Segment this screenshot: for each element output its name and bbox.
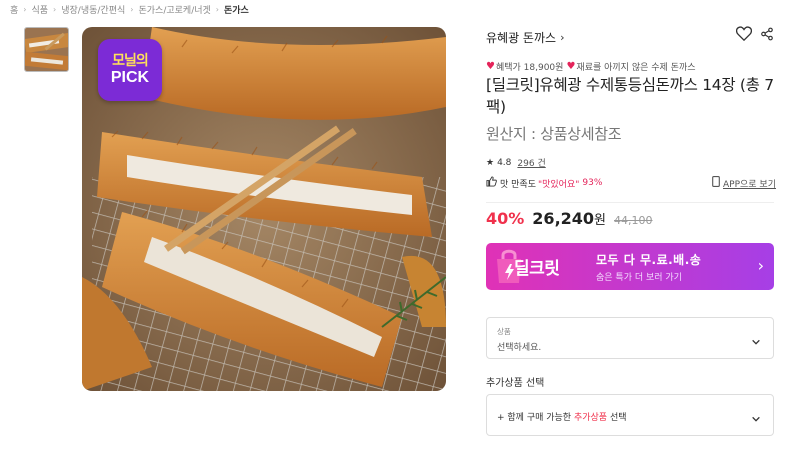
- star-icon: ★: [486, 157, 495, 168]
- breadcrumb-separator-icon: ›: [23, 5, 27, 14]
- add-product-prefix: + 함께 구매 가능한: [497, 413, 572, 423]
- add-product-select-value: + 함께 구매 가능한 추가상품 선택: [497, 410, 627, 423]
- deal-text: 모두 다 무.료.배.송 숨은 특가 더 보러 가기: [596, 251, 701, 283]
- product-origin: 원산지 : 상품상세참조: [486, 125, 622, 143]
- breadcrumb-item-food[interactable]: 식품: [31, 3, 48, 16]
- chevron-down-icon: [751, 409, 761, 428]
- badge-line-2: PICK: [110, 69, 150, 86]
- phone-icon: [712, 176, 720, 190]
- promo-price: 혜택가 18,900원: [495, 63, 564, 73]
- breadcrumb-item-home[interactable]: 홈: [10, 3, 18, 16]
- option-select-label: 상품: [497, 327, 511, 336]
- deal-sub-text: 숨은 특가 더 보러 가기: [596, 272, 682, 283]
- rating-row: ★ 4.8 296 건: [486, 156, 546, 170]
- add-product-suffix: 선택: [609, 413, 627, 423]
- chevron-down-icon: [751, 332, 761, 351]
- brand-row: 유혜광 돈까스 ›: [486, 26, 774, 46]
- review-count-link[interactable]: 296 건: [517, 156, 545, 169]
- rating-value: 4.8: [497, 157, 512, 168]
- original-price: 44,100: [614, 214, 653, 227]
- price-row: 40% 26,240 원 44,100: [486, 209, 653, 228]
- chevron-right-icon: ›: [757, 256, 764, 275]
- sale-price: 26,240: [532, 209, 595, 228]
- heart-icon: ♥: [486, 61, 495, 72]
- product-title: [딜크릿]유혜광 수제통등심돈까스 14장 (총 7팩): [486, 76, 774, 116]
- dealcrit-banner[interactable]: 딜크릿 모두 다 무.료.배.송 숨은 특가 더 보러 가기 ›: [486, 243, 774, 290]
- action-icons: [735, 26, 774, 45]
- add-product-section-label: 추가상품 선택: [486, 378, 545, 389]
- badge-line-1: 모닐의: [112, 53, 149, 69]
- product-thumbnail[interactable]: [24, 27, 69, 72]
- promo-text: 재료를 아끼지 않은 수제 돈까스: [576, 63, 696, 73]
- breadcrumb-separator-icon: ›: [53, 5, 57, 14]
- heart-outline-icon[interactable]: [735, 26, 753, 45]
- product-main-image[interactable]: 모닐의 PICK: [82, 27, 446, 391]
- dealcrit-logo-text: 딜크릿: [514, 259, 560, 279]
- divider: [486, 202, 774, 203]
- add-product-highlight: 추가상품: [573, 413, 608, 423]
- taste-satisfaction: 맛 만족도 "맛있어요" 93%: [486, 176, 602, 190]
- chevron-right-icon: ›: [560, 31, 565, 44]
- breadcrumb: 홈 › 식품 › 냉장/냉동/간편식 › 돈가스/고로케/너겟 › 돈가스: [10, 3, 249, 16]
- pick-badge: 모닐의 PICK: [98, 39, 162, 101]
- heart-icon: ♥: [566, 61, 576, 72]
- option-select[interactable]: 상품 선택하세요.: [486, 317, 774, 359]
- app-view-link[interactable]: APP으로 보기: [712, 176, 776, 190]
- share-icon[interactable]: [760, 26, 774, 45]
- deal-main-text: 모두 다 무.료.배.송: [596, 252, 702, 267]
- promo-line: ♥ 혜택가 18,900원 ♥ 재료를 아끼지 않은 수제 돈까스: [486, 60, 696, 73]
- taste-percent: 93%: [582, 178, 603, 188]
- breadcrumb-item-cutlet-group[interactable]: 돈가스/고로케/너겟: [138, 3, 210, 16]
- dealcrit-logo: 딜크릿: [486, 243, 582, 290]
- add-product-select[interactable]: + 함께 구매 가능한 추가상품 선택: [486, 394, 774, 436]
- breadcrumb-item-frozen[interactable]: 냉장/냉동/간편식: [61, 3, 125, 16]
- brand-link[interactable]: 유혜광 돈까스: [486, 29, 556, 46]
- option-select-value: 선택하세요.: [497, 343, 542, 353]
- breadcrumb-separator-icon: ›: [130, 5, 134, 14]
- thumbs-up-icon: [486, 176, 497, 190]
- taste-highlight: "맛있어요": [537, 179, 580, 190]
- currency-unit: 원: [594, 213, 607, 228]
- app-view-label: APP으로 보기: [723, 179, 776, 190]
- taste-label: 맛 만족도: [500, 179, 536, 190]
- breadcrumb-separator-icon: ›: [215, 5, 219, 14]
- thumbnail-image: [25, 28, 68, 71]
- breadcrumb-item-current[interactable]: 돈가스: [224, 3, 249, 16]
- discount-rate: 40%: [486, 209, 525, 228]
